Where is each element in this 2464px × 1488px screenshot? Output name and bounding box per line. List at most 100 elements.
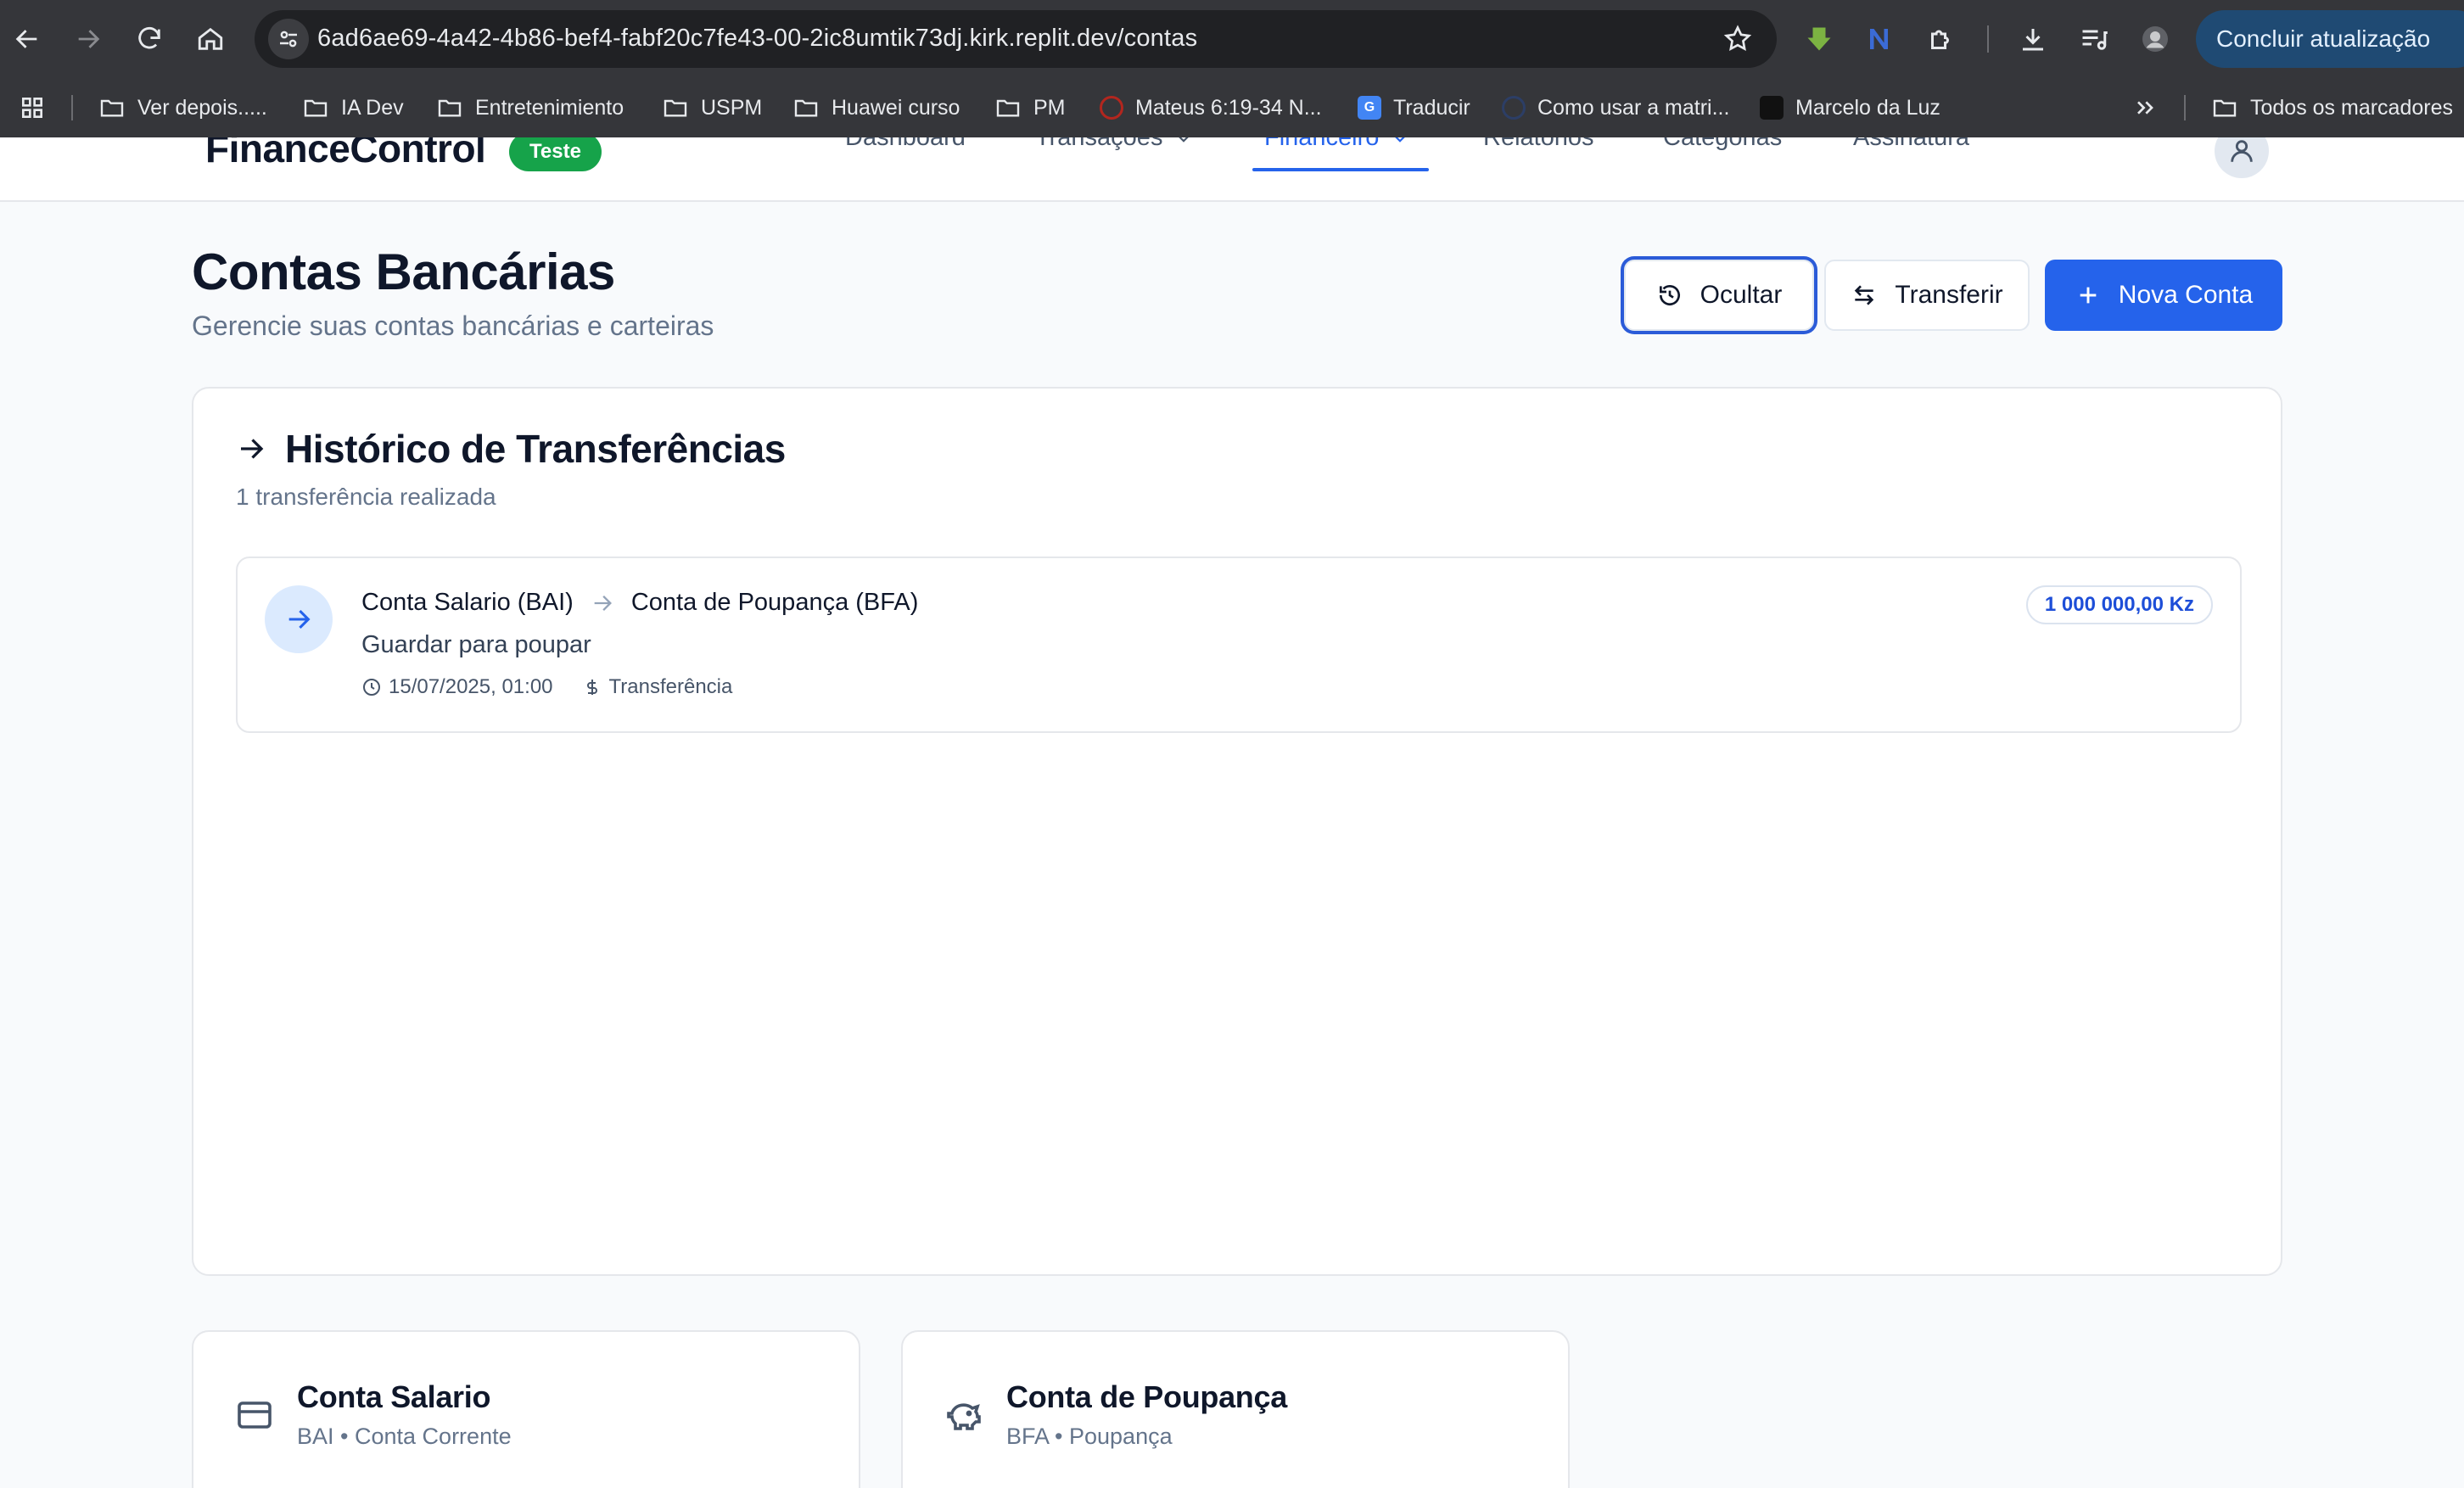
transfer-description: Guardar para poupar [361, 631, 591, 658]
extension-n-icon[interactable] [1862, 20, 1899, 58]
account-card[interactable]: Conta de Poupança BFA • Poupança [901, 1330, 1570, 1488]
queue-music-icon [2082, 30, 2108, 50]
extension-download-icon[interactable] [1800, 20, 1838, 58]
button-label: Nova Conta [2118, 281, 2254, 309]
hide-history-button[interactable]: Ocultar [1624, 260, 1814, 331]
history-count: 1 transferência realizada [236, 484, 496, 510]
address-bar[interactable]: 6ad6ae69-4a42-4b86-bef4-fabf20c7fe43-00-… [255, 10, 1777, 68]
bookmark-folder[interactable]: PM [994, 90, 1066, 126]
bookmark-folder[interactable]: Huawei curso [792, 90, 960, 126]
bookmark-label: Marcelo da Luz [1795, 95, 1940, 120]
apps-grid-icon [22, 98, 42, 118]
user-menu-button[interactable] [2215, 137, 2269, 178]
bookmark-site[interactable]: Marcelo da Luz [1760, 90, 1940, 126]
nav-label: Dashboard [845, 137, 966, 151]
bookmark-folder[interactable]: Entretenimiento [436, 90, 624, 126]
reload-button[interactable] [129, 19, 170, 59]
profile-button[interactable] [2136, 20, 2174, 58]
site-favicon [1502, 96, 1526, 120]
button-label: Ocultar [1700, 281, 1783, 309]
transfer-to: Conta de Poupança (BFA) [630, 589, 919, 616]
transfer-type: Transferência [582, 675, 732, 699]
folder-icon [438, 99, 462, 117]
transfer-button[interactable]: Transferir [1824, 260, 2030, 331]
arrow-right-icon [288, 609, 311, 629]
apps-button[interactable] [19, 90, 46, 126]
nav-transacoes[interactable]: Transações [1035, 137, 1195, 152]
new-account-button[interactable]: Nova Conta [2045, 260, 2282, 331]
piggy-bank-icon [947, 1403, 981, 1430]
bookmark-site[interactable]: Como usar a matri... [1502, 90, 1729, 126]
home-icon [198, 27, 223, 50]
update-button[interactable]: Concluir atualização [2196, 10, 2464, 68]
nav-assinatura[interactable]: Assinatura [1853, 137, 1969, 152]
site-favicon [1100, 96, 1123, 120]
nav-relatorios[interactable]: Relatórios [1483, 137, 1594, 152]
bookmark-label: Como usar a matri... [1537, 95, 1730, 120]
puzzle-icon [1931, 30, 1949, 49]
transfer-from: Conta Salario (BAI) [361, 589, 574, 616]
arrow-right-icon [78, 30, 100, 48]
account-bank: BAI [297, 1424, 334, 1449]
nav-dashboard[interactable]: Dashboard [845, 137, 966, 152]
transfer-direction-badge [265, 585, 333, 653]
translate-favicon: G [1358, 96, 1381, 120]
nav-financeiro[interactable]: Financeiro [1264, 137, 1411, 152]
account-name: Conta de Poupança [1006, 1379, 1287, 1414]
nav-categorias[interactable]: Categorias [1663, 137, 1782, 152]
chevron-down-icon [1179, 137, 1189, 143]
button-label: Transferir [1895, 281, 2003, 309]
downloads-button[interactable] [2014, 20, 2052, 58]
app-header: FinanceControl Teste Dashboard Transaçõe… [0, 137, 2464, 202]
transfer-item: Conta Salario (BAI) Conta de Poupança (B… [236, 557, 2242, 733]
back-button[interactable] [7, 19, 48, 59]
arrow-right-icon [241, 439, 264, 459]
nav-label: Categorias [1663, 137, 1783, 151]
url-text[interactable]: 6ad6ae69-4a42-4b86-bef4-fabf20c7fe43-00-… [317, 25, 1197, 53]
site-info-button[interactable] [268, 19, 309, 59]
history-title: Histórico de Transferências [285, 427, 786, 471]
folder-icon [996, 99, 1020, 117]
bookmark-label: Entretenimiento [475, 95, 624, 120]
nav-label: Relatórios [1483, 137, 1594, 151]
plan-badge: Teste [509, 137, 602, 171]
bookmark-site[interactable]: G Traducir [1358, 90, 1470, 126]
browser-toolbar: 6ad6ae69-4a42-4b86-bef4-fabf20c7fe43-00-… [0, 0, 2464, 78]
bookmark-site[interactable]: Mateus 6:19-34 N... [1100, 90, 1322, 126]
history-heading: Histórico de Transferências [236, 426, 786, 472]
all-bookmarks-folder[interactable]: Todos os marcadores [2211, 90, 2453, 126]
clock-icon [363, 679, 380, 696]
bookmark-folder[interactable]: Ver depois..... [98, 90, 267, 126]
download-icon [2023, 29, 2043, 51]
arrow-left-icon [15, 30, 37, 48]
bookmark-folder[interactable]: USPM [662, 90, 762, 126]
bookmark-label: PM [1033, 95, 1066, 120]
bookmark-star-icon[interactable] [1722, 24, 1753, 54]
more-bookmarks-button[interactable] [2131, 90, 2159, 126]
media-button[interactable] [2075, 20, 2113, 58]
page-subtitle: Gerencie suas contas bancárias e carteir… [192, 310, 714, 341]
brand-logo[interactable]: FinanceControl [205, 137, 486, 171]
account-bank: BFA [1006, 1424, 1049, 1449]
transfer-history-card: Histórico de Transferências 1 transferên… [192, 387, 2282, 1276]
account-meta: BAI • Conta Corrente [297, 1424, 512, 1449]
bookmark-label: Huawei curso [832, 95, 960, 120]
bookmark-label: Ver depois..... [137, 95, 267, 120]
profile-avatar-icon [2142, 26, 2168, 52]
bookmark-folder[interactable]: IA Dev [302, 90, 404, 126]
home-button[interactable] [190, 19, 231, 59]
account-card[interactable]: Conta Salario BAI • Conta Corrente [192, 1330, 860, 1488]
folder-icon [664, 99, 687, 117]
nav-label: Assinatura [1853, 137, 1970, 151]
forward-button[interactable] [68, 19, 109, 59]
user-icon [2231, 140, 2253, 162]
extensions-button[interactable] [1923, 20, 1960, 58]
page-title: Contas Bancárias [192, 243, 615, 300]
bookmark-label: USPM [701, 95, 763, 120]
bookmarks-divider [2184, 95, 2186, 120]
bookmarks-divider [71, 95, 73, 120]
account-kind: Conta Corrente [355, 1424, 512, 1449]
account-name: Conta Salario [297, 1379, 491, 1414]
site-favicon [1760, 96, 1784, 120]
transfer-route: Conta Salario (BAI) Conta de Poupança (B… [361, 589, 918, 617]
